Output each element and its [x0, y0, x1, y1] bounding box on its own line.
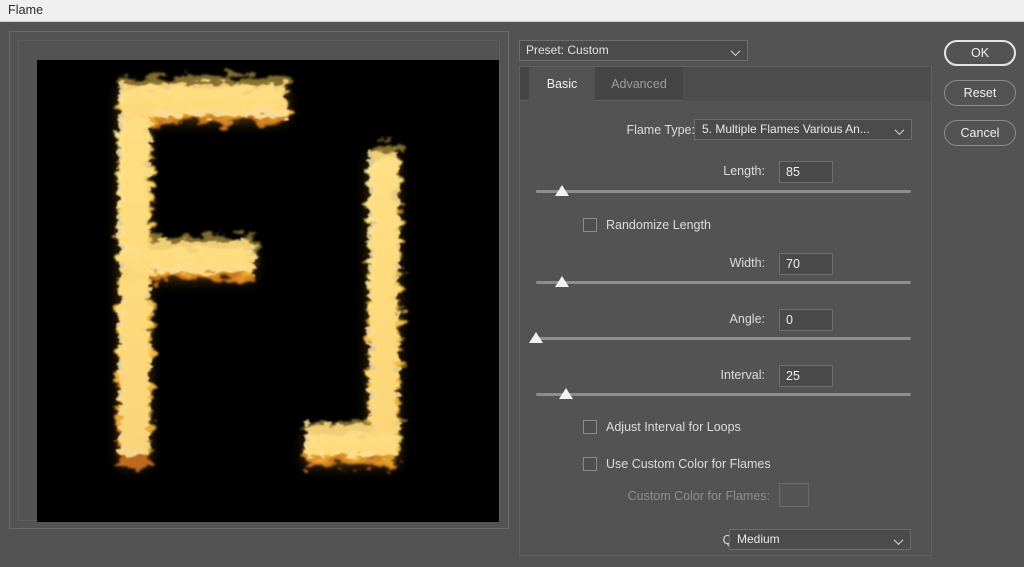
- flame-preview-canvas[interactable]: [37, 60, 499, 522]
- preset-value: Preset: Custom: [526, 43, 609, 57]
- quality-value: Medium: [737, 532, 780, 546]
- flame-letters-graphic: [37, 60, 499, 522]
- tab-bar: Basic Advanced: [520, 67, 931, 101]
- angle-slider-thumb[interactable]: [529, 332, 543, 343]
- angle-slider-track: [536, 337, 911, 340]
- chevron-down-icon: [896, 128, 904, 133]
- randomize-length-label: Randomize Length: [606, 218, 711, 232]
- length-input[interactable]: 85: [779, 161, 833, 183]
- width-slider-track: [536, 281, 911, 284]
- width-input[interactable]: 70: [779, 253, 833, 275]
- adjust-interval-checkbox[interactable]: [583, 420, 597, 434]
- chevron-down-icon: [895, 538, 903, 543]
- angle-slider[interactable]: [529, 332, 911, 346]
- chevron-down-icon: [732, 49, 740, 54]
- length-slider-track: [536, 190, 911, 193]
- width-slider[interactable]: [536, 276, 911, 290]
- width-label: Width:: [729, 256, 765, 270]
- options-panel: Basic Advanced Flame Type: 5. Multiple F…: [519, 66, 932, 556]
- custom-color-swatch[interactable]: [779, 483, 809, 507]
- length-slider-thumb[interactable]: [555, 185, 570, 196]
- reset-button[interactable]: Reset: [944, 80, 1016, 106]
- interval-slider[interactable]: [536, 388, 911, 402]
- flame-dialog: Flame Preset: Custom Basic Advanced Flam…: [0, 0, 1024, 567]
- flame-type-label: Flame Type:: [626, 123, 695, 137]
- interval-slider-track: [536, 393, 911, 396]
- width-slider-thumb[interactable]: [555, 276, 570, 287]
- preview-panel: [9, 31, 509, 529]
- preview-frame: [18, 40, 500, 522]
- tab-advanced[interactable]: Advanced: [595, 67, 683, 101]
- custom-color-label: Custom Color for Flames:: [627, 489, 770, 503]
- angle-label: Angle:: [729, 312, 765, 326]
- cancel-button[interactable]: Cancel: [944, 120, 1016, 146]
- interval-label: Interval:: [720, 368, 765, 382]
- adjust-interval-label: Adjust Interval for Loops: [606, 420, 741, 434]
- interval-slider-thumb[interactable]: [559, 388, 573, 399]
- tab-bar-filler: [683, 67, 931, 101]
- window-title: Flame: [8, 3, 44, 17]
- quality-dropdown[interactable]: Medium: [729, 529, 911, 550]
- flame-type-dropdown[interactable]: 5. Multiple Flames Various An...: [694, 119, 912, 140]
- tab-basic[interactable]: Basic: [529, 67, 595, 101]
- preset-dropdown[interactable]: Preset: Custom: [519, 40, 748, 61]
- use-custom-color-checkbox[interactable]: [583, 457, 597, 471]
- options-content: Flame Type: 5. Multiple Flames Various A…: [520, 101, 931, 555]
- interval-input[interactable]: 25: [779, 365, 833, 387]
- angle-input[interactable]: 0: [779, 309, 833, 331]
- length-label: Length:: [723, 164, 765, 178]
- ok-button[interactable]: OK: [944, 40, 1016, 66]
- use-custom-color-label: Use Custom Color for Flames: [606, 457, 771, 471]
- title-bar: Flame: [0, 0, 1024, 22]
- randomize-length-checkbox[interactable]: [583, 218, 597, 232]
- flame-type-value: 5. Multiple Flames Various An...: [702, 122, 870, 136]
- length-slider[interactable]: [536, 185, 911, 199]
